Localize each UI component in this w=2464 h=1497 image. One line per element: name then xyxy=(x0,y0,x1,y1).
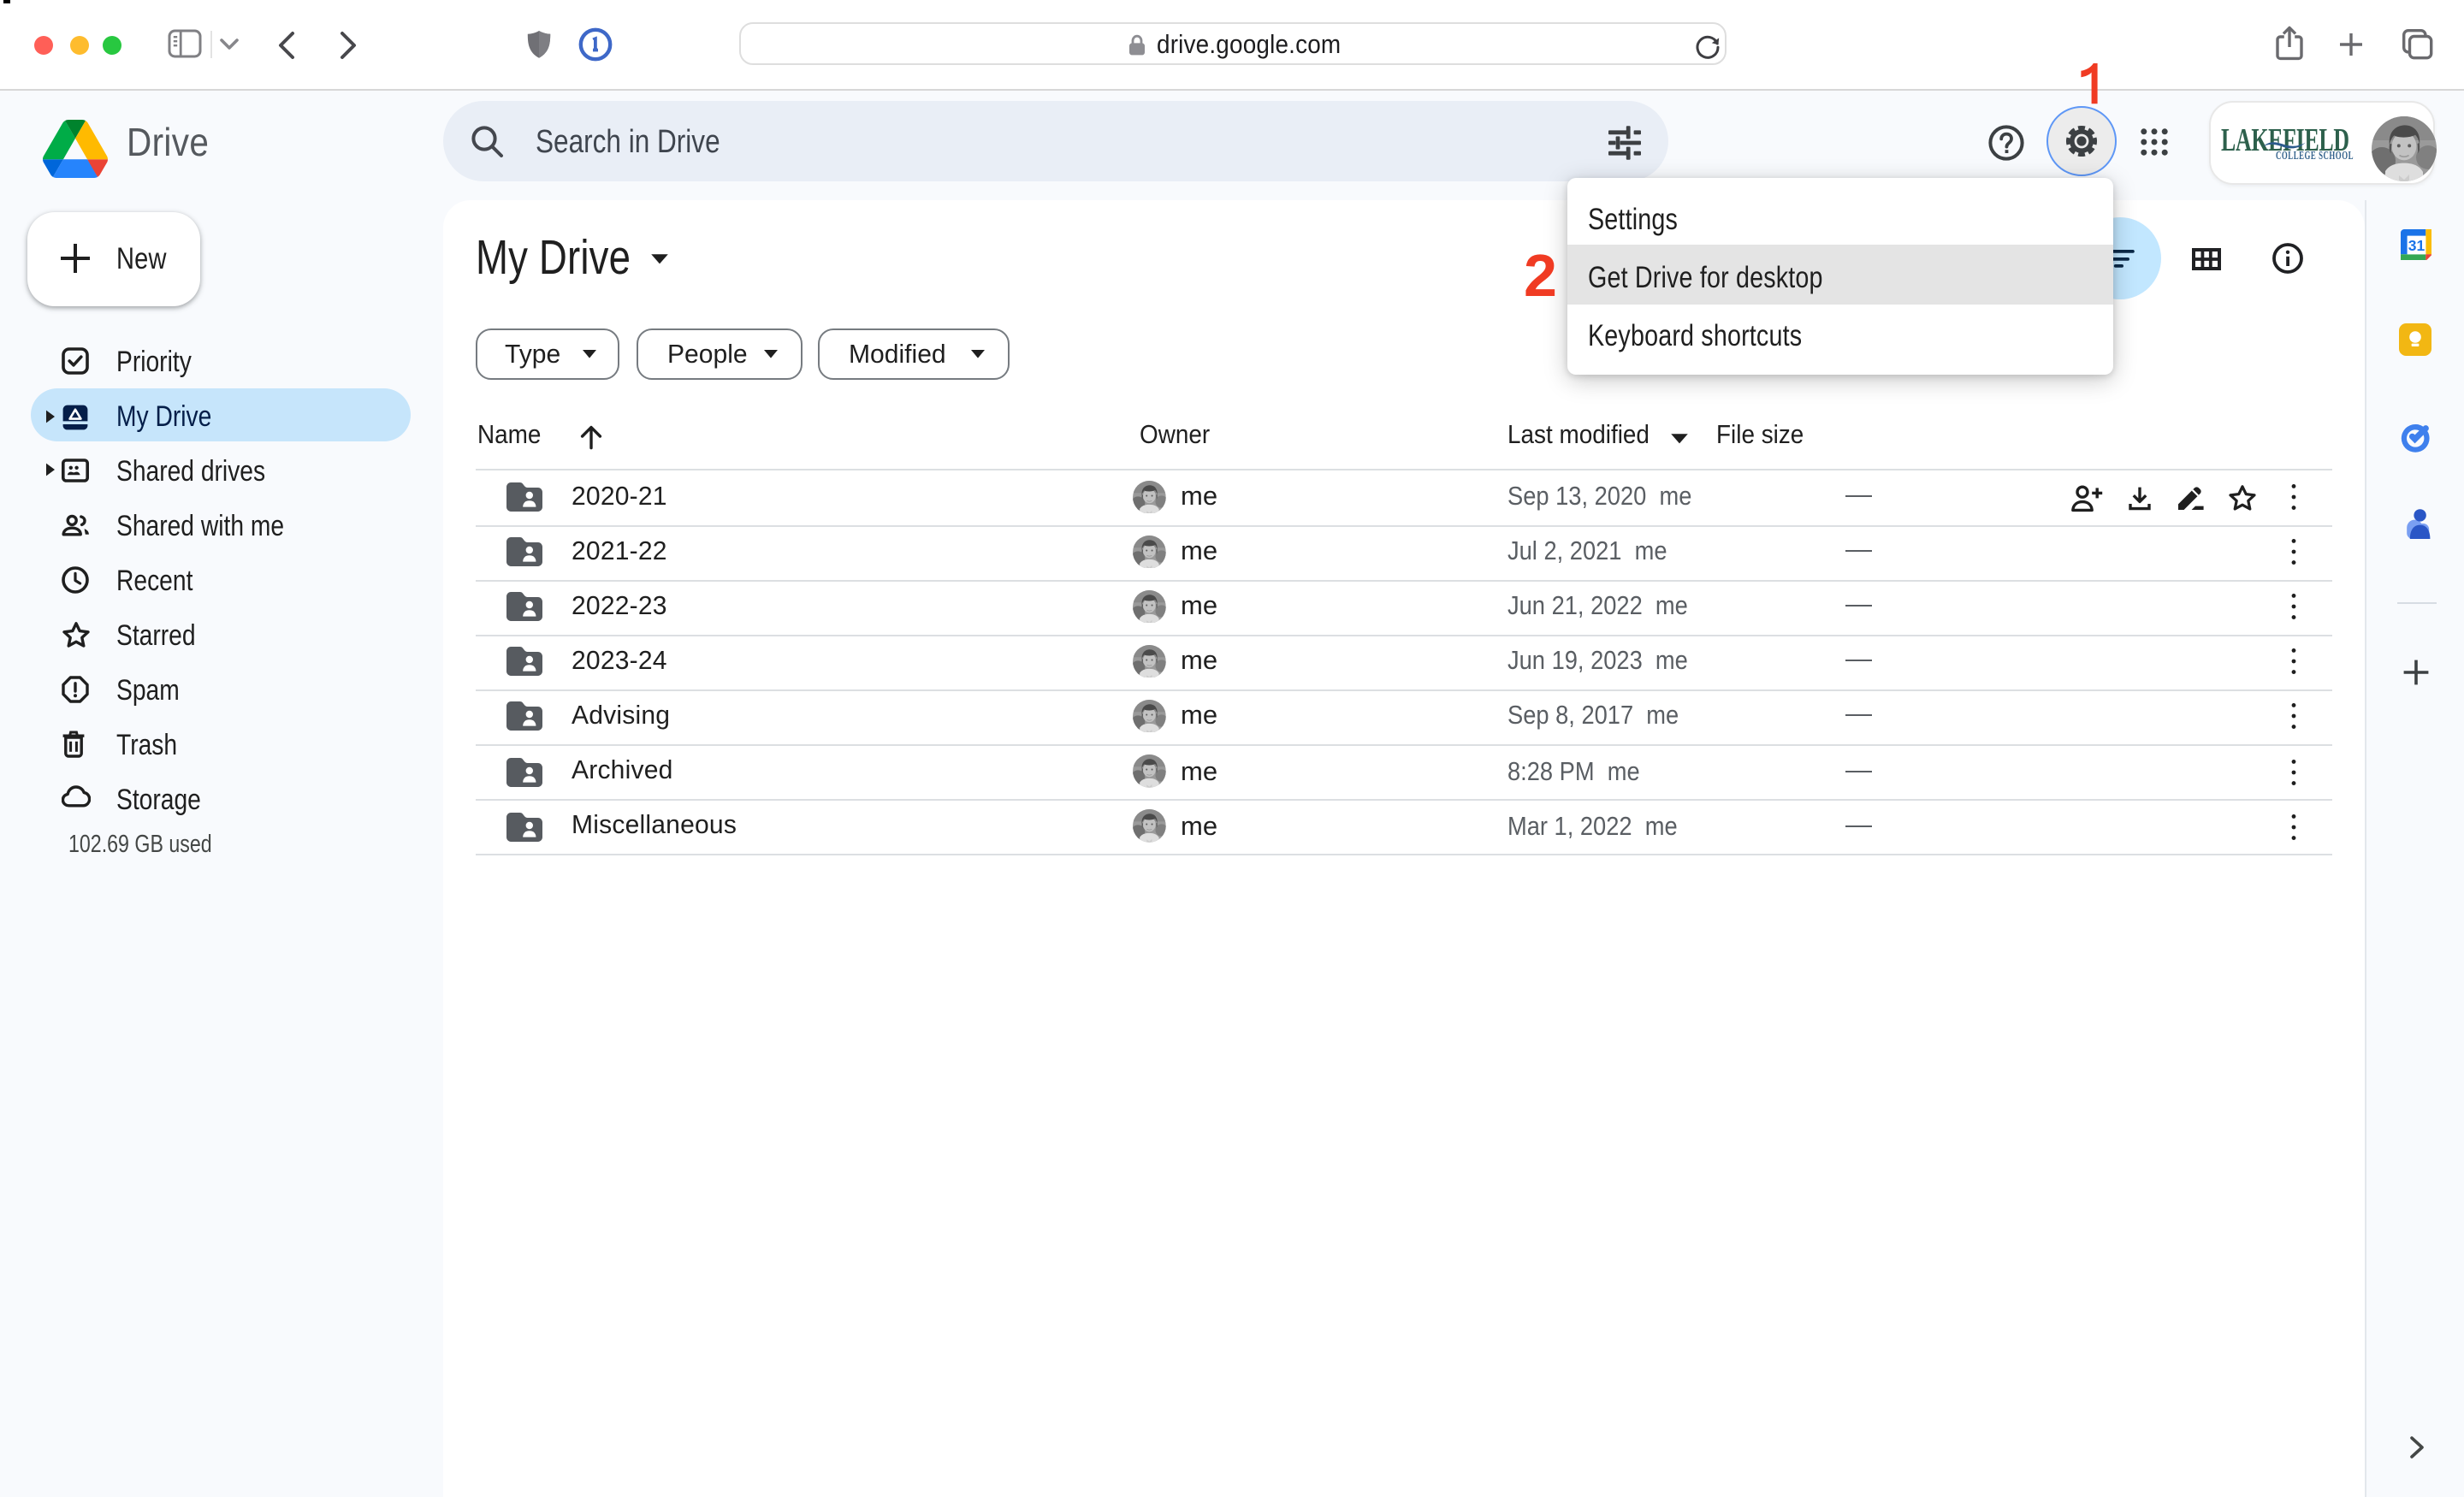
svg-text:31: 31 xyxy=(2408,236,2425,253)
